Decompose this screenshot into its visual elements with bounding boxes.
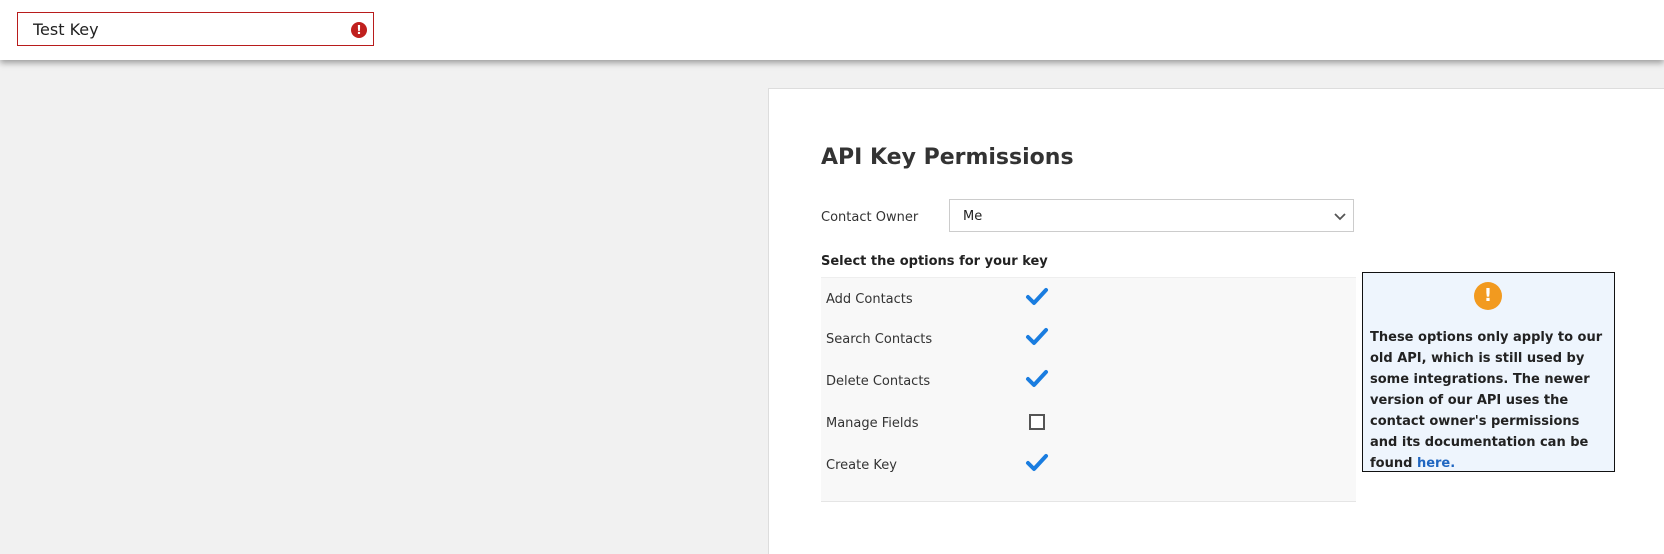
option-label: Create Key: [826, 458, 897, 473]
unchecked-checkbox[interactable]: [1029, 414, 1045, 430]
contact-owner-value: Me: [963, 209, 983, 224]
key-name-field[interactable]: !: [17, 12, 374, 46]
warning-icon: !: [1474, 282, 1502, 310]
checkmark-icon[interactable]: [1025, 326, 1049, 348]
top-bar: !: [0, 0, 1664, 60]
contact-owner-label: Contact Owner: [821, 210, 919, 225]
api-notice-box: ! These options only apply to our old AP…: [1362, 272, 1615, 472]
notice-body: These options only apply to our old API,…: [1370, 330, 1603, 471]
option-label: Manage Fields: [826, 416, 919, 431]
option-manage-fields: Manage Fields: [821, 402, 1356, 444]
options-heading: Select the options for your key: [821, 254, 1048, 269]
page-title: API Key Permissions: [821, 145, 1074, 170]
option-label: Delete Contacts: [826, 374, 931, 389]
exclamation-icon: !: [351, 22, 367, 38]
options-list: Add Contacts Search Contacts Delete Cont…: [821, 277, 1356, 502]
chevron-down-icon: [1334, 213, 1346, 221]
key-name-input[interactable]: [18, 13, 373, 45]
option-label: Add Contacts: [826, 292, 913, 307]
option-add-contacts: Add Contacts: [821, 278, 1356, 320]
checkmark-icon[interactable]: [1025, 368, 1049, 390]
option-create-key: Create Key: [821, 444, 1356, 486]
notice-text: These options only apply to our old API,…: [1370, 327, 1608, 474]
checkmark-icon[interactable]: [1025, 452, 1049, 474]
option-delete-contacts: Delete Contacts: [821, 360, 1356, 402]
documentation-link[interactable]: here.: [1417, 456, 1455, 471]
contact-owner-select[interactable]: Me: [949, 199, 1354, 232]
option-search-contacts: Search Contacts: [821, 318, 1356, 360]
option-label: Search Contacts: [826, 332, 933, 347]
checkmark-icon[interactable]: [1025, 286, 1049, 308]
